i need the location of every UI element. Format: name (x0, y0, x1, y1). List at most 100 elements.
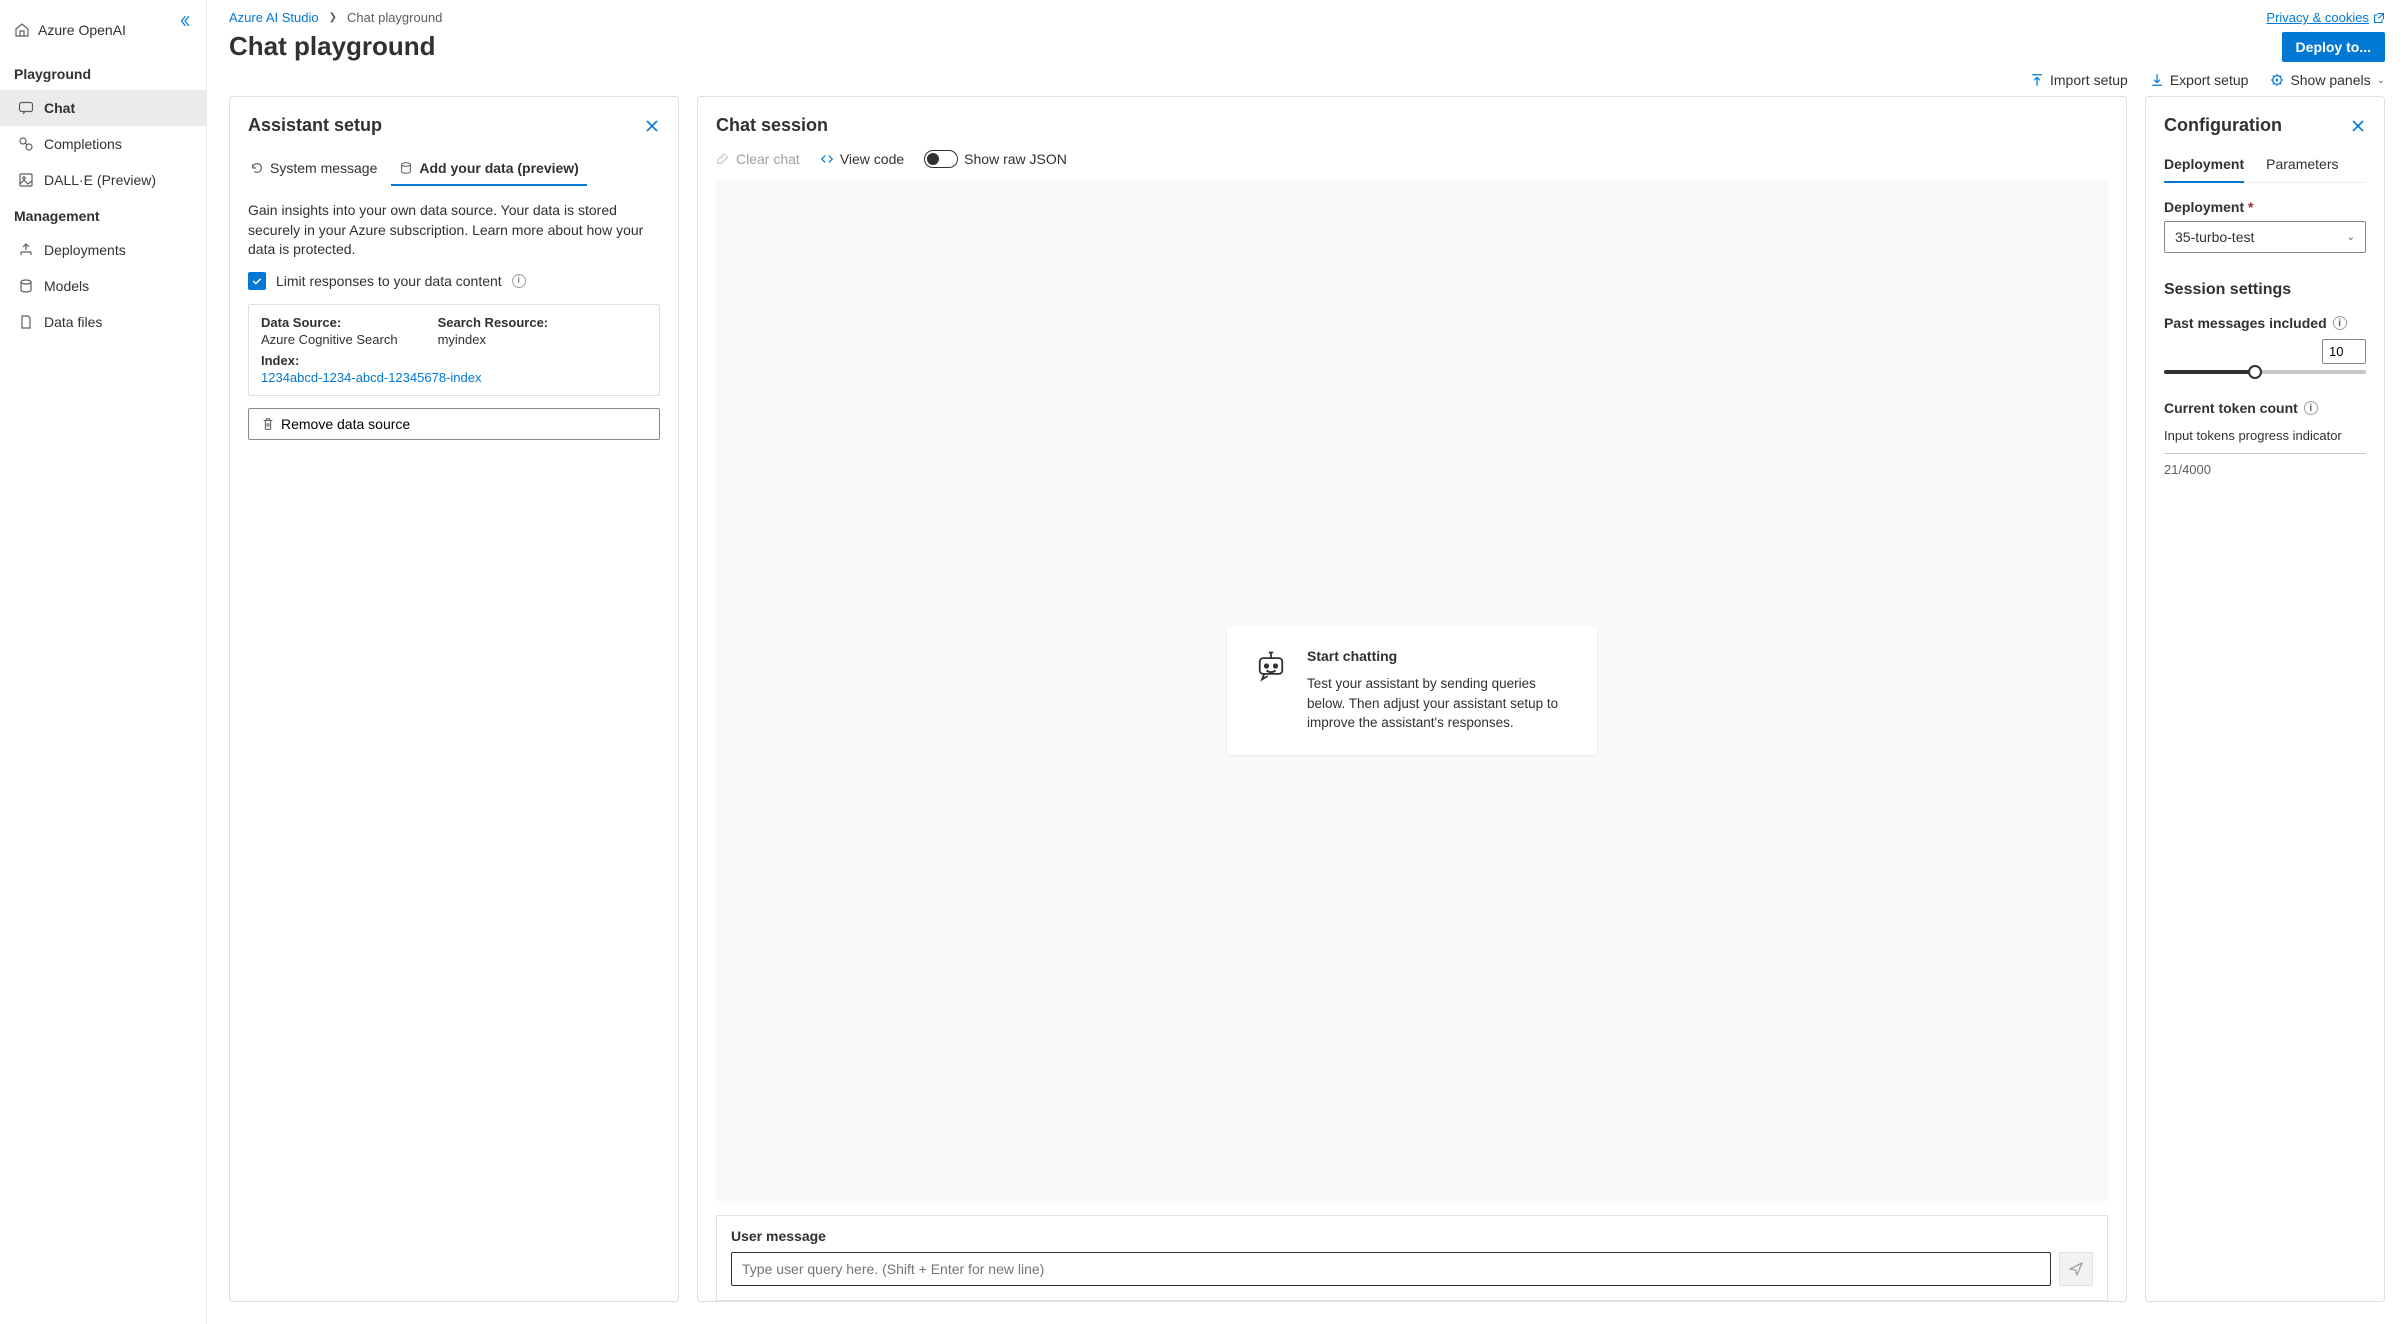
sidebar-item-deployments[interactable]: Deployments (0, 232, 206, 268)
past-messages-label: Past messages included i (2164, 315, 2366, 331)
chat-body: Start chatting Test your assistant by se… (716, 180, 2108, 1201)
sidebar-item-models[interactable]: Models (0, 268, 206, 304)
deployment-select[interactable]: 35-turbo-test ⌄ (2164, 221, 2366, 253)
export-setup-button[interactable]: Export setup (2150, 72, 2249, 88)
chat-hint-card: Start chatting Test your assistant by se… (1227, 626, 1597, 755)
refresh-icon (250, 161, 264, 175)
slider-thumb[interactable] (2248, 365, 2262, 379)
chat-session-title: Chat session (716, 115, 2108, 136)
remove-label: Remove data source (281, 416, 410, 432)
brand-label: Azure OpenAI (38, 22, 126, 38)
view-code-label: View code (840, 151, 904, 167)
assistant-setup-panel: Assistant setup System message Add your … (229, 96, 679, 1302)
nav-label: Data files (44, 314, 102, 330)
show-json-label: Show raw JSON (964, 151, 1067, 167)
data-files-icon (18, 314, 34, 330)
session-settings-heading: Session settings (2164, 281, 2366, 299)
close-configuration-panel-icon[interactable] (2350, 118, 2366, 134)
nav-label: Completions (44, 136, 122, 152)
past-messages-slider[interactable] (2164, 370, 2366, 374)
deployment-value: 35-turbo-test (2175, 229, 2254, 245)
toolbar: Import setup Export setup Show panels ⌄ (207, 62, 2407, 96)
chevron-right-icon: ❯ (329, 12, 337, 23)
view-code-button[interactable]: View code (820, 151, 904, 167)
tab-label: Add your data (preview) (419, 160, 578, 176)
show-raw-json-toggle[interactable] (924, 150, 958, 168)
chat-session-panel: Chat session Clear chat View code Show r… (697, 96, 2127, 1302)
data-source-label: Data Source: (261, 315, 398, 330)
search-resource-label: Search Resource: (438, 315, 549, 330)
tab-add-your-data[interactable]: Add your data (preview) (397, 152, 580, 186)
config-tab-deployment[interactable]: Deployment (2164, 150, 2244, 182)
brand[interactable]: Azure OpenAI (0, 12, 206, 56)
close-assistant-panel-icon[interactable] (644, 118, 660, 134)
privacy-cookies-link[interactable]: Privacy & cookies (2266, 10, 2385, 25)
nav-label: Models (44, 278, 89, 294)
deploy-to-button[interactable]: Deploy to... (2282, 32, 2385, 62)
show-raw-json-toggle-row: Show raw JSON (924, 150, 1067, 168)
search-resource-value: myindex (438, 332, 549, 347)
nav-label: Chat (44, 100, 75, 116)
send-button[interactable] (2059, 1252, 2093, 1286)
code-icon (820, 152, 834, 166)
trash-icon (261, 417, 275, 431)
chevron-down-icon: ⌄ (2347, 232, 2355, 243)
sidebar-item-data-files[interactable]: Data files (0, 304, 206, 340)
assistant-description: Gain insights into your own data source.… (248, 201, 660, 260)
sidebar: Azure OpenAI Playground Chat Completions… (0, 0, 207, 1324)
token-sub-label: Input tokens progress indicator (2164, 428, 2366, 443)
past-messages-input[interactable] (2322, 339, 2366, 364)
section-management: Management (0, 198, 206, 232)
chat-input-area: User message (716, 1215, 2108, 1301)
section-playground: Playground (0, 56, 206, 90)
token-count-label: Current token count i (2164, 400, 2366, 416)
token-progress-bar (2164, 453, 2366, 454)
chat-message-input[interactable] (731, 1252, 2051, 1286)
breadcrumb: Azure AI Studio ❯ Chat playground (229, 10, 442, 25)
chat-hint-body: Test your assistant by sending queries b… (1307, 674, 1571, 733)
broom-icon (716, 152, 730, 166)
breadcrumb-root[interactable]: Azure AI Studio (229, 10, 319, 25)
deployments-icon (18, 242, 34, 258)
info-icon[interactable]: i (2304, 401, 2318, 415)
chat-icon (18, 100, 34, 116)
import-setup-button[interactable]: Import setup (2030, 72, 2128, 88)
sidebar-item-completions[interactable]: Completions (0, 126, 206, 162)
sidebar-item-chat[interactable]: Chat (0, 90, 206, 126)
info-icon[interactable]: i (512, 274, 526, 288)
chat-hint-title: Start chatting (1307, 648, 1571, 664)
data-icon (399, 161, 413, 175)
models-icon (18, 278, 34, 294)
home-icon (14, 22, 30, 38)
clear-chat-button[interactable]: Clear chat (716, 151, 800, 167)
nav-label: Deployments (44, 242, 126, 258)
configuration-panel: Configuration Deployment Parameters Depl… (2145, 96, 2385, 1302)
page-title: Chat playground (229, 31, 436, 62)
send-icon (2068, 1261, 2084, 1277)
data-source-box: Data Source: Azure Cognitive Search Sear… (248, 304, 660, 396)
config-tab-parameters[interactable]: Parameters (2266, 150, 2338, 182)
breadcrumb-current: Chat playground (347, 10, 442, 25)
remove-data-source-button[interactable]: Remove data source (248, 408, 660, 440)
limit-responses-label: Limit responses to your data content (276, 273, 502, 289)
data-source-value: Azure Cognitive Search (261, 332, 398, 347)
show-panels-button[interactable]: Show panels ⌄ (2270, 72, 2385, 88)
assistant-setup-title: Assistant setup (248, 115, 382, 136)
robot-icon (1253, 648, 1289, 684)
token-readout: 21/4000 (2164, 462, 2366, 477)
main: Azure AI Studio ❯ Chat playground Privac… (207, 0, 2407, 1324)
info-icon[interactable]: i (2333, 316, 2347, 330)
limit-responses-checkbox[interactable] (248, 272, 266, 290)
tab-system-message[interactable]: System message (248, 152, 379, 186)
configuration-title: Configuration (2164, 115, 2282, 136)
index-link[interactable]: 1234abcd-1234-abcd-12345678-index (261, 370, 647, 385)
sidebar-item-dalle[interactable]: DALL·E (Preview) (0, 162, 206, 198)
external-link-icon (2373, 12, 2385, 24)
export-label: Export setup (2170, 72, 2249, 88)
privacy-label: Privacy & cookies (2266, 10, 2369, 25)
completions-icon (18, 136, 34, 152)
show-panels-label: Show panels (2290, 72, 2370, 88)
index-label: Index: (261, 353, 647, 368)
tab-label: System message (270, 160, 377, 176)
collapse-sidebar-icon[interactable] (178, 14, 192, 28)
